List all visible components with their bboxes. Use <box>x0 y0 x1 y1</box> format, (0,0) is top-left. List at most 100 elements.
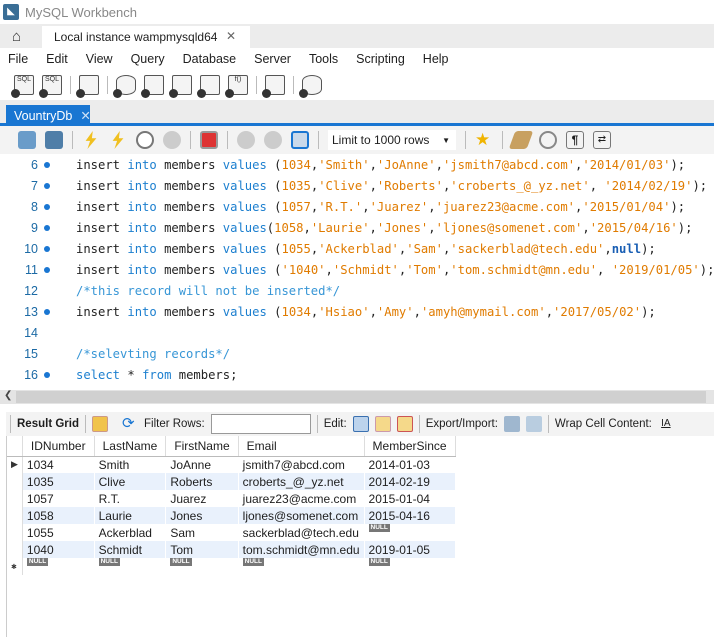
row-marker[interactable] <box>7 524 23 541</box>
code-line[interactable]: 12 /*this record will not be inserted*/ <box>0 280 714 301</box>
table-cell[interactable]: Laurie <box>94 507 167 524</box>
home-icon[interactable]: ⌂ <box>12 28 21 45</box>
filter-rows-input[interactable] <box>210 414 311 434</box>
table-cell[interactable]: R.T. <box>94 490 167 507</box>
table-cell[interactable]: 1057 <box>22 490 95 507</box>
rollback-icon[interactable] <box>264 131 282 149</box>
table-cell[interactable]: 1035 <box>22 473 95 490</box>
code-line[interactable]: 11 insert into members values ('1040','Sc… <box>0 259 714 280</box>
table-cell[interactable]: NULL <box>165 558 239 575</box>
schema-info-icon[interactable] <box>76 75 99 98</box>
create-schema-icon[interactable] <box>113 75 136 98</box>
column-header-idnumber[interactable]: IDNumber <box>22 436 95 457</box>
menu-item-edit[interactable]: Edit <box>46 52 68 66</box>
menu-item-file[interactable]: File <box>8 52 28 66</box>
execute-icon[interactable] <box>85 131 97 149</box>
editor-tab[interactable]: VountryDb ✕ <box>6 105 91 126</box>
import-icon[interactable] <box>525 416 542 432</box>
autocommit-icon[interactable] <box>291 131 309 149</box>
table-cell[interactable]: 1040 <box>22 541 95 558</box>
menu-item-query[interactable]: Query <box>131 52 165 66</box>
export-icon[interactable] <box>503 416 520 432</box>
code-line[interactable]: 16 select * from members; <box>0 364 714 385</box>
table-cell[interactable]: NULL <box>364 524 456 541</box>
table-cell[interactable]: Ackerblad <box>94 524 167 541</box>
table-cell[interactable]: NULL <box>22 558 95 575</box>
explain-icon[interactable] <box>136 131 154 149</box>
menu-item-scripting[interactable]: Scripting <box>356 52 405 66</box>
execute-current-icon[interactable] <box>112 131 124 149</box>
menu-item-server[interactable]: Server <box>254 52 291 66</box>
word-wrap-icon[interactable]: ⇄ <box>593 131 611 149</box>
commit-icon[interactable] <box>237 131 255 149</box>
table-cell[interactable]: 2015-01-04 <box>364 490 456 507</box>
horizontal-scrollbar[interactable]: ❮ <box>0 390 714 404</box>
column-header-membersince[interactable]: MemberSince <box>364 436 456 457</box>
close-icon[interactable]: ✕ <box>80 109 90 123</box>
row-marker[interactable] <box>7 507 23 524</box>
row-marker[interactable] <box>7 473 23 490</box>
table-row[interactable]: 1057 R.T. Juarez juarez23@acme.com 2015-01-0… <box>7 490 456 507</box>
table-cell[interactable]: 2014-01-03 <box>364 456 456 473</box>
new-sql-tab-icon[interactable]: SQL <box>11 75 34 98</box>
close-icon[interactable]: ✕ <box>226 29 236 43</box>
menu-item-tools[interactable]: Tools <box>309 52 338 66</box>
column-header-email[interactable]: Email <box>238 436 365 457</box>
create-table-icon[interactable] <box>141 75 164 98</box>
code-line[interactable]: 15 /*selevting records*/ <box>0 343 714 364</box>
current-row-arrow-icon[interactable]: ▶ <box>7 456 23 473</box>
find-replace-icon[interactable] <box>539 131 557 149</box>
column-header-lastname[interactable]: LastName <box>94 436 167 457</box>
menu-item-view[interactable]: View <box>86 52 113 66</box>
new-row[interactable]: ✱ NULL NULL NULL NULL NULL <box>7 558 456 575</box>
table-cell[interactable]: NULL <box>94 558 167 575</box>
table-cell[interactable]: 1055 <box>22 524 95 541</box>
create-procedure-icon[interactable] <box>197 75 220 98</box>
connection-tab[interactable]: Local instance wampmysqld64 ✕ <box>42 26 250 48</box>
table-cell[interactable]: 2014-02-19 <box>364 473 456 490</box>
table-cell[interactable]: juarez23@acme.com <box>238 490 365 507</box>
beautify-broom-icon[interactable] <box>508 131 534 149</box>
table-cell[interactable]: 1034 <box>22 456 95 473</box>
code-line[interactable]: 8 insert into members values (1057,'R.T.'… <box>0 196 714 217</box>
table-cell[interactable]: Clive <box>94 473 167 490</box>
sql-editor[interactable]: 6 insert into members values (1034,'Smith… <box>0 154 714 390</box>
table-cell[interactable]: ljones@somenet.com <box>238 507 365 524</box>
delete-row-icon[interactable] <box>396 416 413 432</box>
save-icon[interactable] <box>45 131 63 149</box>
stop-icon[interactable] <box>163 131 181 149</box>
code-line[interactable]: 7 insert into members values (1035,'Clive… <box>0 175 714 196</box>
table-cell[interactable]: 2019-01-05 <box>364 541 456 558</box>
menu-item-help[interactable]: Help <box>423 52 449 66</box>
create-view-icon[interactable] <box>169 75 192 98</box>
toggle-error-icon[interactable] <box>200 131 218 149</box>
table-cell[interactable]: Roberts <box>165 473 239 490</box>
scrollbar-thumb[interactable] <box>16 391 706 403</box>
wrap-cell-icon[interactable]: IA <box>658 416 674 432</box>
table-cell[interactable]: NULL <box>238 558 365 575</box>
table-cell[interactable]: 1058 <box>22 507 95 524</box>
refresh-icon[interactable]: ⟳ <box>122 416 138 432</box>
table-row[interactable]: 1058 Laurie Jones ljones@somenet.com 2015-04… <box>7 507 456 524</box>
add-snippet-star-icon[interactable]: ★ <box>475 131 493 149</box>
table-row[interactable]: ▶ 1034 Smith JoAnne jsmith7@abcd.com 2014-01-… <box>7 456 456 473</box>
table-row[interactable]: 1040 Schmidt Tom tom.schmidt@mn.edu 2019-01-… <box>7 541 456 558</box>
search-table-data-icon[interactable] <box>262 75 285 98</box>
new-row-marker-icon[interactable]: ✱ <box>7 558 23 575</box>
table-cell[interactable]: tom.schmidt@mn.edu <box>238 541 365 558</box>
menu-item-database[interactable]: Database <box>183 52 237 66</box>
code-line[interactable]: 10 insert into members values (1055,'Acke… <box>0 238 714 259</box>
result-grid-label[interactable]: Result Grid <box>17 418 79 430</box>
table-row[interactable]: 1055 Ackerblad Sam sackerblad@tech.edu NULL <box>7 524 456 541</box>
table-cell[interactable]: sackerblad@tech.edu <box>238 524 365 541</box>
open-sql-script-icon[interactable]: SQL <box>39 75 62 98</box>
table-cell[interactable]: Schmidt <box>94 541 167 558</box>
row-marker[interactable] <box>7 541 23 558</box>
code-line[interactable]: 6 insert into members values (1034,'Smith… <box>0 154 714 175</box>
grid-columns-icon[interactable] <box>91 416 108 432</box>
limit-rows-select[interactable]: Limit to 1000 rows ▼ <box>328 130 456 150</box>
table-cell[interactable]: Tom <box>165 541 239 558</box>
table-cell[interactable]: NULL <box>364 558 456 575</box>
edit-cell-icon[interactable] <box>352 416 369 432</box>
table-cell[interactable]: jsmith7@abcd.com <box>238 456 365 473</box>
